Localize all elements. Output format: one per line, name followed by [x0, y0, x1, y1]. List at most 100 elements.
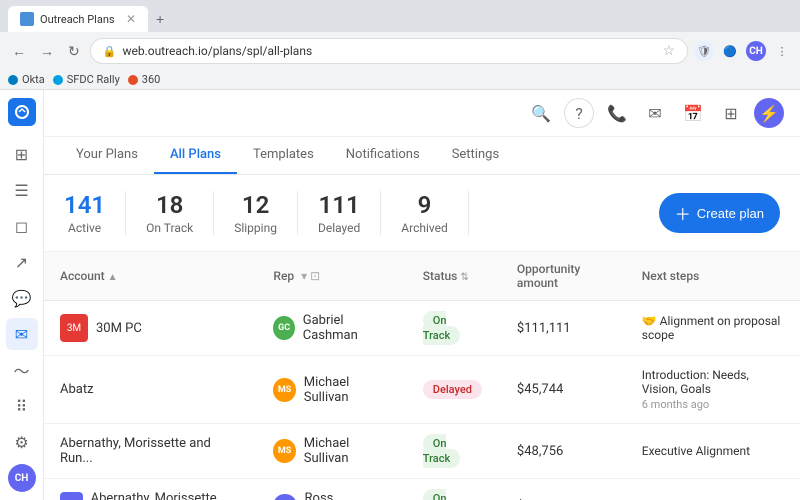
help-toolbar-icon[interactable]: ? — [564, 98, 594, 128]
status-header-label: Status — [423, 269, 458, 283]
sidebar-icon-home[interactable]: ⊞ — [6, 138, 38, 170]
table-row[interactable]: AbatzMSMichael SullivanDelayed$45,744Int… — [44, 356, 800, 424]
create-plan-button[interactable]: ＋ Create plan — [659, 193, 780, 233]
account-icon: 3M — [60, 314, 88, 342]
sidebar-icon-settings[interactable]: ⚙ — [6, 426, 38, 458]
stat-delayed-label: Delayed — [318, 221, 360, 235]
rep-avatar: RM — [273, 494, 296, 500]
tab-your-plans[interactable]: Your Plans — [60, 137, 154, 174]
stat-active[interactable]: 141 Active — [64, 191, 126, 235]
column-header-rep[interactable]: Rep ▾ ⊡ — [257, 252, 406, 301]
stat-on-track[interactable]: 18 On Track — [126, 191, 214, 235]
bookmark-sfdc[interactable]: SFDC Rally — [53, 73, 120, 86]
next-steps-text: 🤝 Alignment on proposal scope — [642, 314, 784, 342]
sidebar-icon-chart[interactable]: ↗ — [6, 246, 38, 278]
profile-icon[interactable]: CH — [746, 41, 766, 61]
tab-all-plans[interactable]: All Plans — [154, 137, 237, 174]
table-body: 3M30M PCGCGabriel CashmanOn Track$111,11… — [44, 301, 800, 500]
sidebar-icon-notes[interactable]: ◻ — [6, 210, 38, 242]
account-name: Abatz — [60, 382, 94, 397]
url-text: web.outreach.io/plans/spl/all-plans — [122, 44, 656, 58]
next-steps-cell: Introduction: Needs, Vision, Goals 6 mont… — [626, 356, 800, 424]
stat-archived-number: 9 — [401, 191, 447, 219]
browser-nav: ← → ↻ 🔒 web.outreach.io/plans/spl/all-pl… — [0, 32, 800, 70]
next-steps-header-label: Next steps — [642, 269, 699, 283]
amount-cell: $45,744 — [501, 356, 626, 424]
stat-slipping[interactable]: 12 Slipping — [214, 191, 298, 235]
sidebar-icon-plans[interactable]: ✉ — [6, 318, 38, 350]
table-header-row: Account ▲ Rep ▾ ⊡ Status ⇅ Opportuni — [44, 252, 800, 301]
next-steps-text: Introduction: Needs, Vision, Goals — [642, 368, 784, 396]
360-label: 360 — [142, 73, 161, 86]
bookmark-okta[interactable]: Okta — [8, 73, 45, 86]
column-header-next-steps: Next steps — [626, 252, 800, 301]
grid-toolbar-icon[interactable]: ⊞ — [716, 98, 746, 128]
stat-delayed[interactable]: 111 Delayed — [298, 191, 381, 235]
status-badge: On Track — [423, 311, 460, 345]
status-badge: Delayed — [423, 380, 482, 399]
stat-on-track-number: 18 — [146, 191, 193, 219]
phone-toolbar-icon[interactable]: 📞 — [602, 98, 632, 128]
rep-header-label: Rep — [273, 269, 294, 283]
browser-tab[interactable]: Outreach Plans ✕ — [8, 6, 148, 32]
account-name: Abernathy, Morissette and Run... — [60, 436, 241, 466]
amount-cell: $111,111 — [501, 301, 626, 356]
extension-icon[interactable]: 🔵 — [720, 41, 740, 61]
sidebar-icon-analytics[interactable]: 〜 — [6, 354, 38, 386]
plus-icon: ＋ — [675, 201, 691, 225]
status-cell: On Track — [407, 424, 501, 479]
next-steps-sub: 6 months ago — [642, 398, 784, 411]
forward-button[interactable]: → — [36, 41, 58, 61]
amount-header-label: Opportunity amount — [517, 262, 580, 290]
account-cell: RMAbernathy, Morissette and Run... — [44, 479, 257, 500]
lightning-toolbar-icon[interactable]: ⚡ — [754, 98, 784, 128]
address-bar[interactable]: 🔒 web.outreach.io/plans/spl/all-plans ☆ — [90, 38, 688, 64]
next-steps-text: Executive Alignment — [642, 444, 784, 458]
sfdc-dot — [53, 75, 63, 85]
table-row[interactable]: RMAbernathy, Morissette and Run...RMRoss… — [44, 479, 800, 500]
rep-avatar: MS — [273, 439, 295, 463]
menu-icon[interactable]: ⋮ — [772, 41, 792, 61]
next-steps-cell: Executive Alignment — [626, 424, 800, 479]
back-button[interactable]: ← — [8, 41, 30, 61]
rep-name: Michael Sullivan — [304, 436, 391, 466]
bookmark-star-icon[interactable]: ☆ — [662, 43, 675, 59]
tab-notifications[interactable]: Notifications — [330, 137, 436, 174]
nav-icons: 🛡 🔵 CH ⋮ — [694, 41, 792, 61]
stat-active-number: 141 — [64, 191, 105, 219]
opportunity-amount: $48,756 — [517, 444, 563, 459]
bookmarks-bar: Okta SFDC Rally 360 — [0, 70, 800, 90]
column-header-account[interactable]: Account ▲ — [44, 252, 257, 301]
column-header-status[interactable]: Status ⇅ — [407, 252, 501, 301]
sidebar-icon-apps[interactable]: ⠿ — [6, 390, 38, 422]
360-dot — [128, 75, 138, 85]
shield-icon[interactable]: 🛡 — [694, 41, 714, 61]
new-tab-button[interactable]: + — [152, 9, 168, 29]
tab-templates[interactable]: Templates — [237, 137, 330, 174]
calendar-toolbar-icon[interactable]: 📅 — [678, 98, 708, 128]
search-toolbar-icon[interactable]: 🔍 — [526, 98, 556, 128]
tab-settings[interactable]: Settings — [436, 137, 515, 174]
status-cell: On Track — [407, 301, 501, 356]
account-name: 30M PC — [96, 321, 142, 336]
stat-slipping-number: 12 — [234, 191, 277, 219]
table-row[interactable]: Abernathy, Morissette and Run... MS Michae… — [44, 424, 800, 479]
mail-toolbar-icon[interactable]: ✉ — [640, 98, 670, 128]
bookmark-360[interactable]: 360 — [128, 73, 161, 86]
refresh-button[interactable]: ↻ — [64, 41, 84, 62]
rep-filter-icon[interactable]: ▾ ⊡ — [301, 269, 320, 283]
tab-close-icon[interactable]: ✕ — [126, 12, 136, 26]
account-cell: 3M 30M PC — [44, 301, 257, 356]
sidebar-user-avatar[interactable]: CH — [8, 464, 36, 492]
sidebar-icon-inbox[interactable]: ☰ — [6, 174, 38, 206]
main-content: 🔍 ? 📞 ✉ 📅 ⊞ ⚡ Your Plans All Plans Templ… — [44, 90, 800, 500]
account-cell: Abernathy, Morissette and Run... — [44, 424, 257, 479]
stat-slipping-label: Slipping — [234, 221, 277, 235]
tab-label: Outreach Plans — [40, 13, 115, 26]
sidebar-icon-chat[interactable]: 💬 — [6, 282, 38, 314]
stat-archived[interactable]: 9 Archived — [381, 191, 468, 235]
opportunity-amount: $45,744 — [517, 382, 563, 397]
next-steps-cell — [626, 479, 800, 500]
amount-cell: $54,863 — [501, 479, 626, 500]
table-row[interactable]: 3M30M PCGCGabriel CashmanOn Track$111,11… — [44, 301, 800, 356]
